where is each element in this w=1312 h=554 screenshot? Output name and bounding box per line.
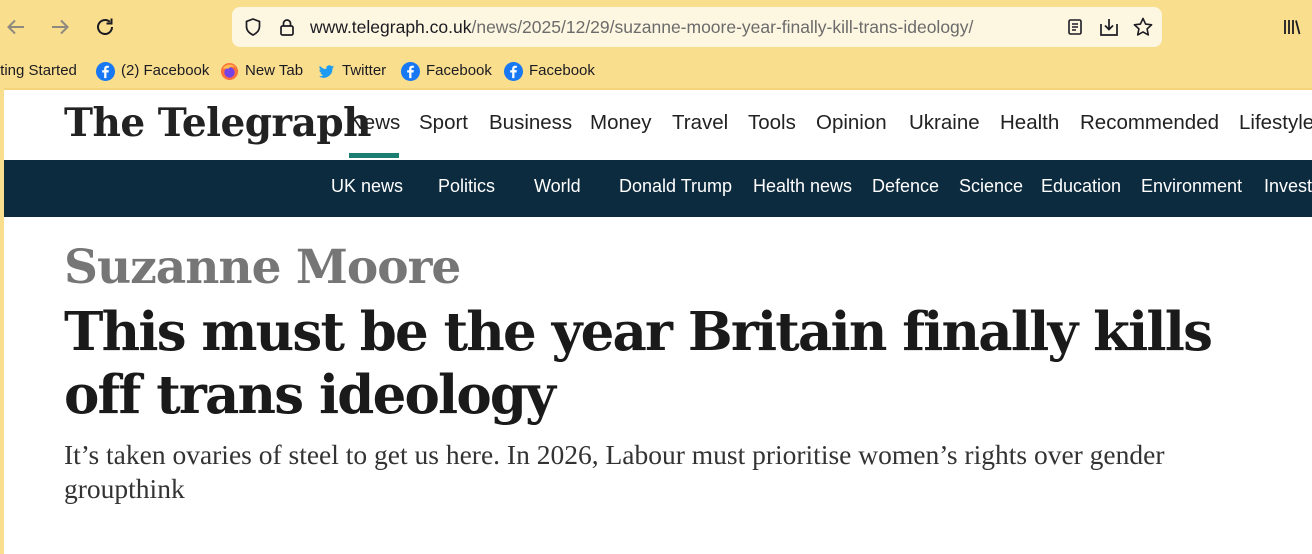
- bookmark-label: Facebook: [426, 62, 492, 79]
- library-button[interactable]: [1278, 13, 1306, 41]
- back-button[interactable]: [2, 13, 30, 41]
- bookmark-star-icon[interactable]: [1132, 16, 1154, 38]
- telegraph-logo[interactable]: The Telegraph: [64, 98, 371, 148]
- nav-ukraine[interactable]: Ukraine: [909, 108, 980, 138]
- address-bar[interactable]: www.telegraph.co.uk/news/2025/12/29/suza…: [232, 7, 1162, 47]
- subnav-politics[interactable]: Politics: [438, 160, 495, 217]
- tracking-shield-icon[interactable]: [242, 16, 264, 38]
- subnav-investigations[interactable]: Investigations: [1264, 160, 1312, 217]
- bookmark-facebook-notifications[interactable]: (2) Facebook: [96, 54, 209, 88]
- subnav-donald-trump[interactable]: Donald Trump: [619, 160, 732, 217]
- bookmark-twitter[interactable]: Twitter: [317, 54, 386, 88]
- facebook-icon: [504, 61, 523, 81]
- url-domain: www.telegraph.co.uk: [310, 17, 472, 37]
- subnav-science[interactable]: Science: [959, 160, 1023, 217]
- subnav-education[interactable]: Education: [1041, 160, 1121, 217]
- bookmark-label: New Tab: [245, 62, 304, 79]
- nav-lifestyle[interactable]: Lifestyle: [1239, 108, 1312, 138]
- subnav-world[interactable]: World: [534, 160, 581, 217]
- facebook-icon: [401, 61, 420, 81]
- reload-button[interactable]: [91, 13, 119, 41]
- subnav-environment[interactable]: Environment: [1141, 160, 1242, 217]
- subnav-defence[interactable]: Defence: [872, 160, 939, 217]
- nav-sport[interactable]: Sport: [419, 108, 468, 138]
- nav-business[interactable]: Business: [489, 108, 572, 138]
- bookmark-label: Facebook: [529, 62, 595, 79]
- nav-news[interactable]: News: [349, 108, 400, 138]
- browser-toolbar: www.telegraph.co.uk/news/2025/12/29/suza…: [0, 0, 1312, 54]
- bookmark-facebook-1[interactable]: Facebook: [401, 54, 492, 88]
- nav-money[interactable]: Money: [590, 108, 652, 138]
- reader-view-icon[interactable]: [1064, 16, 1086, 38]
- bookmark-getting-started[interactable]: tting Started: [0, 54, 77, 88]
- lock-icon[interactable]: [276, 16, 298, 38]
- reload-icon: [97, 18, 113, 35]
- article-author[interactable]: Suzanne Moore: [64, 238, 461, 298]
- site-header: The Telegraph News Sport Business Money …: [4, 90, 1312, 160]
- subnav-uk-news[interactable]: UK news: [331, 160, 403, 217]
- url-text[interactable]: www.telegraph.co.uk/news/2025/12/29/suza…: [310, 7, 973, 47]
- facebook-icon: [96, 61, 115, 81]
- bookmark-label: Twitter: [342, 62, 387, 79]
- forward-button[interactable]: [46, 13, 74, 41]
- article-standfirst: It’s taken ovaries of steel to get us he…: [64, 439, 1165, 504]
- firefox-icon: [220, 62, 239, 81]
- forward-arrow-icon: [52, 19, 69, 35]
- bookmarks-toolbar: tting Started (2) Facebook New Tab Twitt…: [0, 54, 1312, 88]
- article-headline: This must be the year Britain finally ki…: [64, 301, 1213, 426]
- nav-health[interactable]: Health: [1000, 108, 1059, 138]
- bookmark-facebook-2[interactable]: Facebook: [504, 54, 595, 88]
- active-nav-indicator: [349, 153, 399, 158]
- nav-opinion[interactable]: Opinion: [816, 108, 887, 138]
- nav-travel[interactable]: Travel: [672, 108, 728, 138]
- bookmark-new-tab[interactable]: New Tab: [220, 54, 303, 88]
- nav-tools[interactable]: Tools: [748, 108, 796, 138]
- bookmark-label: tting Started: [0, 62, 77, 79]
- nav-recommended[interactable]: Recommended: [1080, 108, 1219, 138]
- subnav-health-news[interactable]: Health news: [753, 160, 852, 217]
- twitter-icon: [317, 62, 336, 81]
- library-icon: [1284, 20, 1301, 35]
- save-to-pocket-icon[interactable]: [1098, 16, 1120, 38]
- url-path: /news/2025/12/29/suzanne-moore-year-fina…: [471, 17, 974, 37]
- section-subnav: UK news Politics World Donald Trump Heal…: [4, 160, 1312, 217]
- back-arrow-icon: [7, 19, 24, 35]
- bookmark-label: (2) Facebook: [121, 62, 210, 79]
